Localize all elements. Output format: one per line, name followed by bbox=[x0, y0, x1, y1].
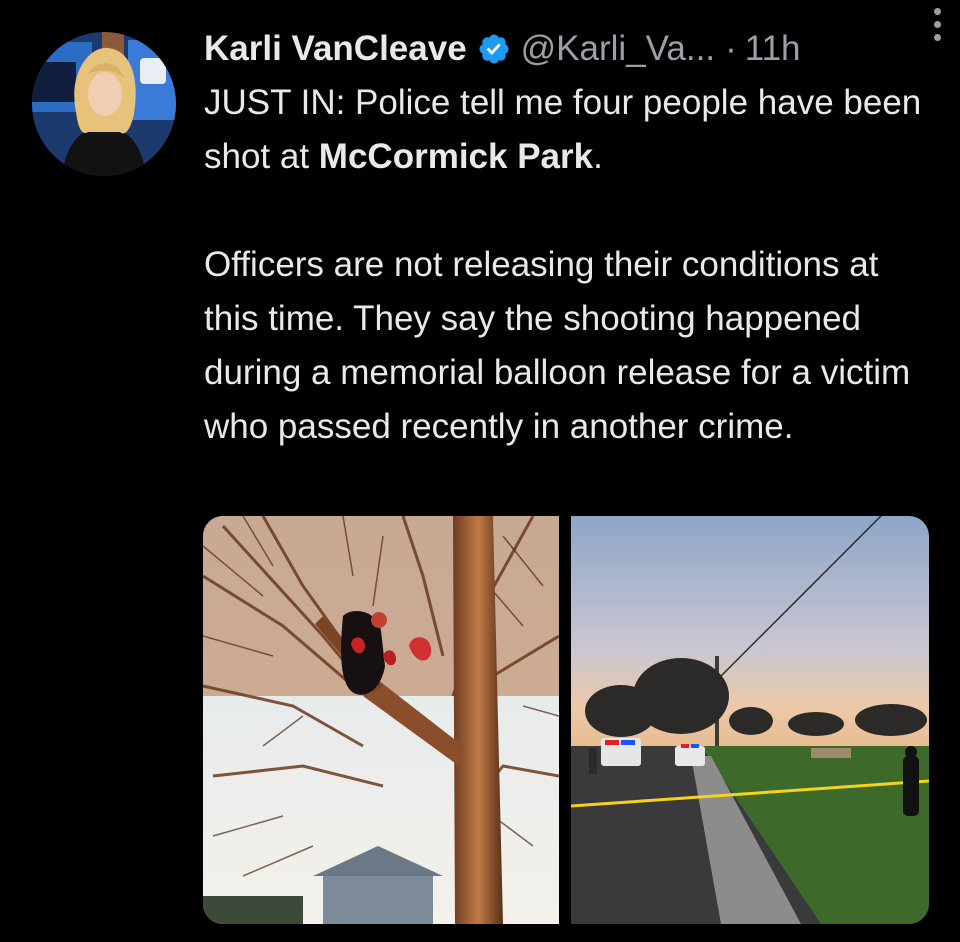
tweet[interactable]: Karli VanCleave @Karli_Va... · 11h JUST … bbox=[0, 0, 960, 942]
tweet-paragraph-1-tail: . bbox=[593, 137, 603, 176]
photo-tree-balloons[interactable] bbox=[203, 516, 559, 924]
author-handle[interactable]: @Karli_Va... bbox=[521, 29, 715, 69]
tweet-media bbox=[203, 516, 929, 924]
location-bold-text: McCormick Park bbox=[318, 137, 594, 176]
verified-badge-icon bbox=[477, 32, 511, 66]
photo-police-scene[interactable] bbox=[571, 516, 929, 924]
tweet-header: Karli VanCleave @Karli_Va... · 11h bbox=[204, 24, 934, 74]
tweet-paragraph-1: JUST IN: Police tell me four people have… bbox=[204, 76, 934, 184]
tweet-text: JUST IN: Police tell me four people have… bbox=[204, 76, 934, 454]
more-vertical-icon[interactable] bbox=[932, 8, 942, 48]
header-separator: · bbox=[725, 29, 737, 68]
tweet-content: Karli VanCleave @Karli_Va... · 11h JUST … bbox=[204, 24, 934, 454]
tweet-timestamp[interactable]: 11h bbox=[745, 29, 801, 69]
tweet-paragraph-2: Officers are not releasing their conditi… bbox=[204, 245, 911, 446]
avatar[interactable] bbox=[32, 32, 176, 176]
author-display-name[interactable]: Karli VanCleave bbox=[204, 29, 467, 69]
